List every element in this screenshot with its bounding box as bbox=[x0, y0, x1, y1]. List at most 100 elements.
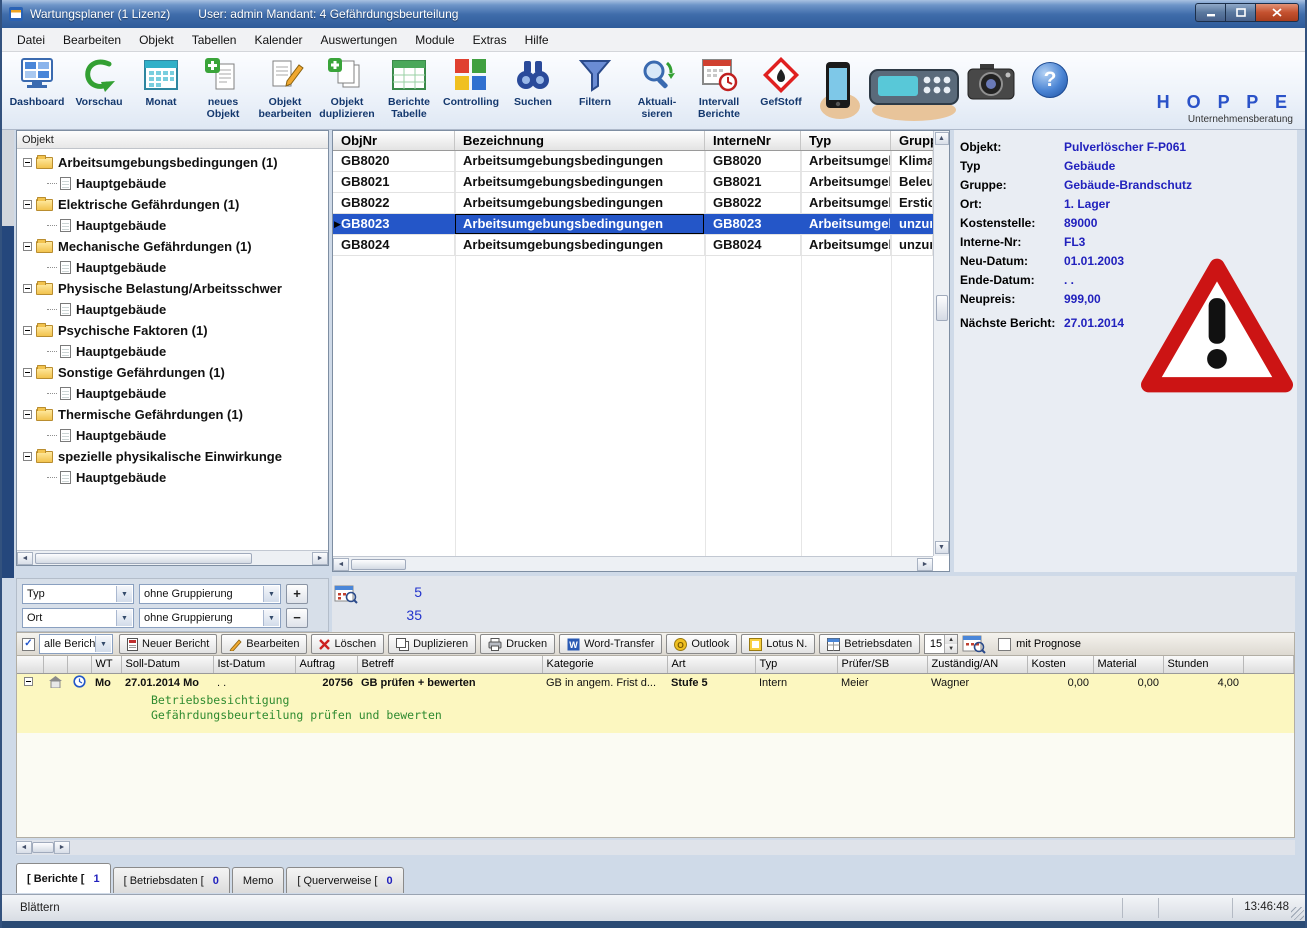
maximize-button[interactable] bbox=[1225, 3, 1255, 22]
menu-item-module[interactable]: Module bbox=[406, 29, 463, 51]
reports-column-header[interactable]: Zuständig/AN bbox=[927, 656, 1027, 673]
camera-button[interactable] bbox=[964, 60, 1018, 110]
help-button[interactable]: ? bbox=[1032, 62, 1068, 98]
scroll-right-icon[interactable]: ► bbox=[54, 841, 70, 854]
reports-column-header[interactable]: Art bbox=[667, 656, 755, 673]
tree-node[interactable]: Arbeitsumgebungsbedingungen (1) bbox=[17, 152, 328, 173]
tree-child-item[interactable]: Hauptgebäude bbox=[17, 341, 328, 362]
reports-column-header[interactable]: Auftrag bbox=[295, 656, 357, 673]
duplicate-report-button[interactable]: Duplizieren bbox=[388, 634, 476, 654]
dashboard-button[interactable]: Dashboard bbox=[6, 54, 68, 128]
tree-node[interactable]: spezielle physikalische Einwirkunge bbox=[17, 446, 328, 467]
collapse-icon[interactable] bbox=[23, 158, 32, 167]
duplicate-object-button[interactable]: Objekt duplizieren bbox=[316, 54, 378, 128]
scrollbar-thumb[interactable] bbox=[351, 559, 406, 570]
menu-item-auswertungen[interactable]: Auswertungen bbox=[312, 29, 407, 51]
word-transfer-button[interactable]: W Word-Transfer bbox=[559, 634, 662, 654]
delete-report-button[interactable]: Löschen bbox=[311, 634, 384, 654]
reports-column-header[interactable]: Kategorie bbox=[542, 656, 667, 673]
remove-filter-button[interactable]: − bbox=[286, 608, 308, 628]
filter-field-select-2[interactable]: Ort ▼ bbox=[22, 608, 134, 628]
collapse-icon[interactable] bbox=[23, 242, 32, 251]
spinner-down-icon[interactable]: ▼ bbox=[945, 644, 957, 653]
menu-item-objekt[interactable]: Objekt bbox=[130, 29, 183, 51]
minimize-button[interactable] bbox=[1195, 3, 1225, 22]
collapse-icon[interactable] bbox=[23, 200, 32, 209]
betriebsdaten-button[interactable]: Betriebsdaten bbox=[819, 634, 920, 654]
collapse-icon[interactable] bbox=[23, 452, 32, 461]
scroll-left-icon[interactable]: ◄ bbox=[333, 558, 349, 571]
reports-column-header[interactable]: Typ bbox=[755, 656, 837, 673]
filter-field-select-1[interactable]: Typ ▼ bbox=[22, 584, 134, 604]
scroll-right-icon[interactable]: ► bbox=[917, 558, 933, 571]
collapse-icon[interactable] bbox=[23, 326, 32, 335]
tree-child-item[interactable]: Hauptgebäude bbox=[17, 257, 328, 278]
collapse-icon[interactable] bbox=[23, 368, 32, 377]
report-filter-select[interactable]: alle Berich ▼ bbox=[39, 634, 113, 654]
print-report-button[interactable]: Drucken bbox=[480, 634, 555, 654]
scroll-left-icon[interactable]: ◄ bbox=[17, 552, 33, 565]
title-bar[interactable]: Wartungsplaner (1 Lizenz) User: admin Ma… bbox=[2, 0, 1305, 28]
tree-child-item[interactable]: Hauptgebäude bbox=[17, 299, 328, 320]
reports-column-header[interactable]: Betreff bbox=[357, 656, 542, 673]
tree-child-item[interactable]: Hauptgebäude bbox=[17, 425, 328, 446]
outlook-button[interactable]: O Outlook bbox=[666, 634, 737, 654]
tree-horizontal-scrollbar[interactable]: ◄ ► bbox=[17, 550, 328, 565]
object-row[interactable]: GB8022ArbeitsumgebungsbedingungenGB8022A… bbox=[333, 193, 933, 214]
new-report-button[interactable]: Neuer Bericht bbox=[119, 634, 217, 654]
reports-column-header[interactable]: WT bbox=[91, 656, 121, 673]
menu-item-datei[interactable]: Datei bbox=[8, 29, 54, 51]
search-button[interactable]: Suchen bbox=[502, 54, 564, 128]
edit-object-button[interactable]: Objekt bearbeiten bbox=[254, 54, 316, 128]
interval-spinner[interactable]: 15 ▲▼ bbox=[924, 634, 958, 654]
tab-betriebsdaten[interactable]: [ Betriebsdaten [0 bbox=[113, 867, 230, 893]
record-count-icon[interactable] bbox=[334, 584, 358, 604]
tree-node[interactable]: Elektrische Gefährdungen (1) bbox=[17, 194, 328, 215]
object-row[interactable]: GB8020ArbeitsumgebungsbedingungenGB8020A… bbox=[333, 151, 933, 172]
reports-column-header[interactable]: Prüfer/SB bbox=[837, 656, 927, 673]
column-header-typ[interactable]: Typ bbox=[801, 131, 891, 150]
preview-button[interactable]: Vorschau bbox=[68, 54, 130, 128]
menu-item-kalender[interactable]: Kalender bbox=[245, 29, 311, 51]
tree-child-item[interactable]: Hauptgebäude bbox=[17, 467, 328, 488]
tree-node[interactable]: Sonstige Gefährdungen (1) bbox=[17, 362, 328, 383]
tree-child-item[interactable]: Hauptgebäude bbox=[17, 215, 328, 236]
menu-item-hilfe[interactable]: Hilfe bbox=[516, 29, 558, 51]
collapse-row-icon[interactable] bbox=[17, 673, 43, 693]
tree-node[interactable]: Thermische Gefährdungen (1) bbox=[17, 404, 328, 425]
object-row[interactable]: GB8021ArbeitsumgebungsbedingungenGB8021A… bbox=[333, 172, 933, 193]
report-row[interactable]: Mo27.01.2014 Mo. .20756GB prüfen + bewer… bbox=[17, 673, 1294, 693]
tree-node[interactable]: Psychische Faktoren (1) bbox=[17, 320, 328, 341]
scroll-up-icon[interactable]: ▲ bbox=[935, 132, 949, 145]
menu-item-extras[interactable]: Extras bbox=[464, 29, 516, 51]
resize-grip[interactable] bbox=[1291, 907, 1304, 920]
filter-grouping-select-2[interactable]: ohne Gruppierung ▼ bbox=[139, 608, 281, 628]
column-header-objnr[interactable]: ObjNr bbox=[333, 131, 455, 150]
reports-column-header[interactable]: Ist-Datum bbox=[213, 656, 295, 673]
reports-column-header[interactable]: Material bbox=[1093, 656, 1163, 673]
interval-reports-button[interactable]: Intervall Berichte bbox=[688, 54, 750, 128]
reports-filter-checkbox[interactable]: ✓ bbox=[22, 638, 35, 651]
tree-child-item[interactable]: Hauptgebäude bbox=[17, 383, 328, 404]
column-header-bezeichnung[interactable]: Bezeichnung bbox=[455, 131, 705, 150]
object-row[interactable]: GB8024ArbeitsumgebungsbedingungenGB8024A… bbox=[333, 235, 933, 256]
month-button[interactable]: Monat bbox=[130, 54, 192, 128]
scrollbar-thumb[interactable] bbox=[32, 842, 54, 853]
scrollbar-thumb[interactable] bbox=[35, 553, 252, 564]
reports-column-header[interactable]: Stunden bbox=[1163, 656, 1243, 673]
tree-child-item[interactable]: Hauptgebäude bbox=[17, 173, 328, 194]
new-object-button[interactable]: neues Objekt bbox=[192, 54, 254, 128]
scroll-down-icon[interactable]: ▼ bbox=[935, 541, 949, 554]
add-filter-button[interactable]: + bbox=[286, 584, 308, 604]
tree-node[interactable]: Mechanische Gefährdungen (1) bbox=[17, 236, 328, 257]
scroll-right-icon[interactable]: ► bbox=[312, 552, 328, 565]
tab-berichte[interactable]: [ Berichte [1 bbox=[16, 863, 111, 893]
object-row[interactable]: ▶GB8023ArbeitsumgebungsbedingungenGB8023… bbox=[333, 214, 933, 235]
close-button[interactable] bbox=[1255, 3, 1299, 22]
reports-horizontal-scrollbar[interactable]: ◄ ► bbox=[16, 840, 1295, 855]
collapse-icon[interactable] bbox=[23, 284, 32, 293]
gefstoff-button[interactable]: GefStoff bbox=[750, 54, 812, 128]
reports-column-header[interactable]: Kosten bbox=[1027, 656, 1093, 673]
filter-grouping-select-1[interactable]: ohne Gruppierung ▼ bbox=[139, 584, 281, 604]
controlling-button[interactable]: Controlling bbox=[440, 54, 502, 128]
